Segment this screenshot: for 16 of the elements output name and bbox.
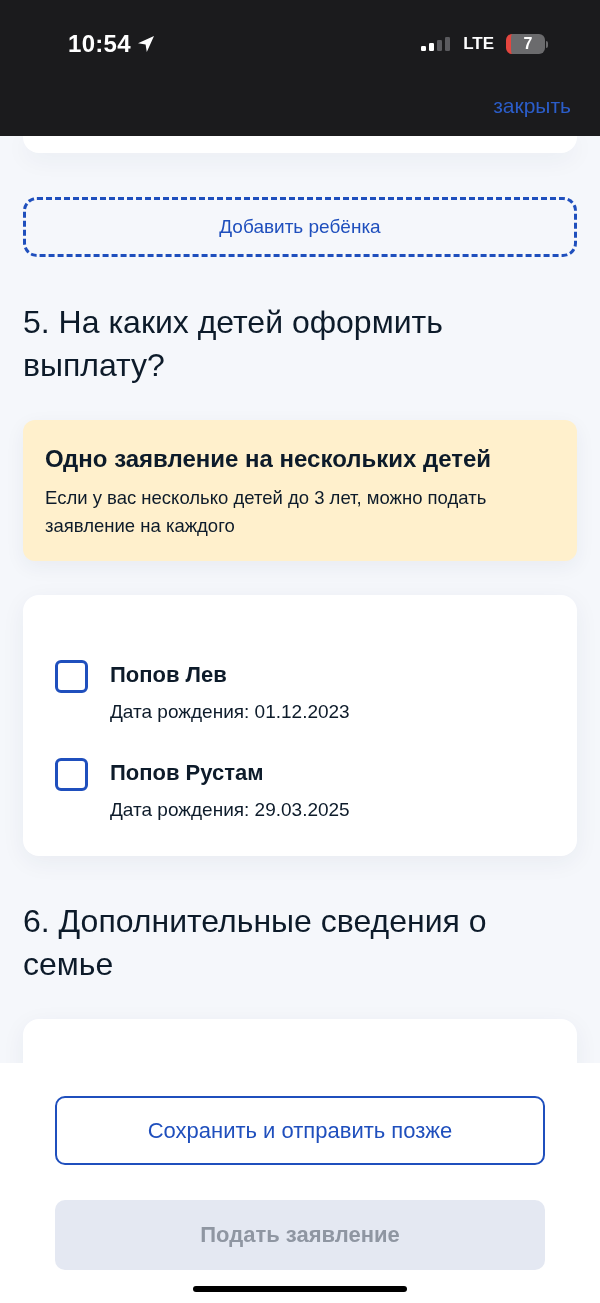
network-type: LTE <box>463 34 494 54</box>
status-time: 10:54 <box>68 30 131 58</box>
notice-title: Одно заявление на нескольких детей <box>45 445 493 473</box>
child-name: Попов Рустам <box>110 759 265 787</box>
section-heading: 5. На каких детей оформить выплату? <box>23 303 444 385</box>
add-child-button[interactable]: Добавить ребёнка <box>23 197 577 257</box>
section-heading: 6. Дополнительные сведения о семье <box>23 902 488 984</box>
notice-text: Если у вас несколько детей до 3 лет, можно подать заявление на каждого <box>45 486 488 538</box>
checkbox[interactable] <box>55 660 88 693</box>
checkbox[interactable] <box>55 758 88 791</box>
battery-indicator: 7 <box>506 34 548 54</box>
save-later-button[interactable]: Сохранить и отправить позже <box>55 1096 545 1165</box>
birth-date: Дата рождения: 29.03.2025 <box>110 798 350 822</box>
birth-date: Дата рождения: 01.12.2023 <box>110 700 350 724</box>
signal-icon <box>421 37 451 51</box>
child-name: Попов Лев <box>110 661 228 689</box>
